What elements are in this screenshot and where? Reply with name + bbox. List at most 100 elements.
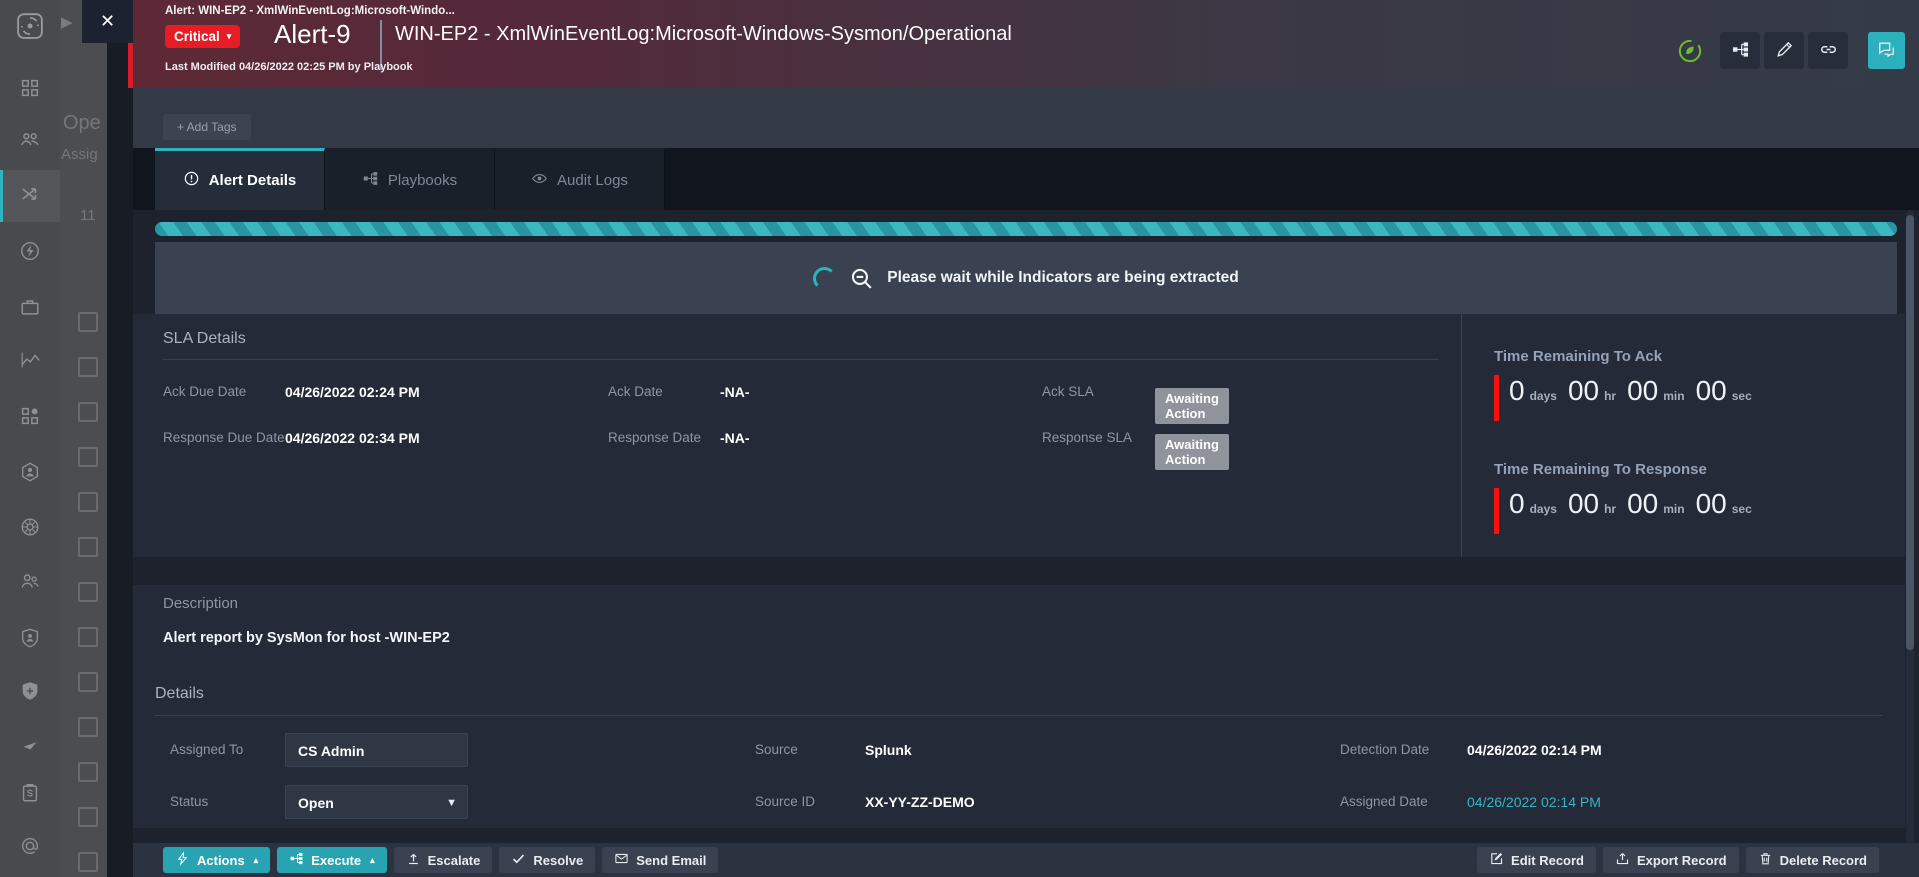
assigned-date-label: Assigned Date <box>1340 785 1428 819</box>
assigned-date-value[interactable]: 04/26/2022 02:14 PM <box>1467 785 1601 819</box>
details-divider <box>155 715 1883 716</box>
actions-button[interactable]: Actions ▴ <box>163 847 270 873</box>
days-value: 0 <box>1509 375 1525 407</box>
app-logo-icon[interactable] <box>15 11 45 41</box>
sidebar-queues-icon[interactable] <box>19 128 41 150</box>
sidebar-automation-icon[interactable] <box>19 240 41 262</box>
tab-playbooks[interactable]: Playbooks <box>325 148 495 210</box>
row-checkbox[interactable] <box>78 447 98 467</box>
days-value: 0 <box>1509 488 1525 520</box>
row-checkbox[interactable] <box>78 717 98 737</box>
tab-alert-details[interactable]: Alert Details <box>155 148 325 210</box>
send-email-label: Send Email <box>636 853 706 868</box>
sla-row-response: Response Due Date 04/26/2022 02:34 PM Re… <box>163 422 1439 468</box>
execute-label: Execute <box>311 853 361 868</box>
escalate-button[interactable]: Escalate <box>394 847 493 873</box>
sidebar-dashboard-icon[interactable] <box>19 77 41 99</box>
sidebar-widgets-icon[interactable] <box>19 405 41 427</box>
ack-date-value: -NA- <box>720 384 750 400</box>
status-dropdown[interactable]: Open ▼ <box>285 785 468 819</box>
tab-audit-logs[interactable]: Audit Logs <box>495 148 665 210</box>
sidebar-user-mgmt-icon[interactable] <box>19 570 41 592</box>
delete-record-button[interactable]: Delete Record <box>1746 847 1879 873</box>
details-heading: Details <box>155 685 204 703</box>
sidebar-incidents-icon[interactable] <box>19 183 41 205</box>
row-checkbox[interactable] <box>78 582 98 602</box>
row-checkbox[interactable] <box>78 852 98 872</box>
alert-id: Alert-9 <box>274 19 351 50</box>
sec-unit: sec <box>1732 389 1752 403</box>
status-badge: Awaiting Action <box>1155 388 1229 424</box>
severity-dropdown[interactable]: Critical ▾ <box>165 25 240 48</box>
close-button[interactable]: ✕ <box>82 0 133 43</box>
row-checkbox[interactable] <box>78 807 98 827</box>
severity-label: Critical <box>174 29 220 44</box>
execute-button[interactable]: Execute ▴ <box>277 847 386 873</box>
days-unit: days <box>1530 502 1557 516</box>
sec-value: 00 <box>1696 488 1727 520</box>
sec-value: 00 <box>1696 375 1727 407</box>
actions-label: Actions <box>197 853 245 868</box>
sitemap-icon <box>362 170 379 191</box>
sidebar-connectors-icon[interactable] <box>19 461 41 483</box>
alert-details-panel: Please wait while Indicators are being e… <box>133 210 1919 843</box>
check-icon <box>511 851 526 869</box>
sidebar-reports-icon[interactable] <box>19 349 41 371</box>
escalate-icon <box>406 851 421 869</box>
row-checkbox[interactable] <box>78 672 98 692</box>
row-checkbox[interactable] <box>78 537 98 557</box>
row-checkbox[interactable] <box>78 312 98 332</box>
underlay-open-label: Ope <box>63 112 101 135</box>
sidebar-resources-icon[interactable] <box>19 296 41 318</box>
ack-date-label: Ack Date <box>608 384 663 399</box>
underlay-assigned-label: Assig <box>61 146 98 163</box>
row-checkbox[interactable] <box>78 402 98 422</box>
sidebar-settings-icon[interactable] <box>19 516 41 538</box>
zoom-out-icon <box>849 266 874 291</box>
export-record-button[interactable]: Export Record <box>1603 847 1739 873</box>
time-remaining-card: Time Remaining To Ack 0days 00hr 00min 0… <box>1461 314 1905 557</box>
copy-link-button[interactable] <box>1808 32 1848 69</box>
description-details-card: Description Alert report by SysMon for h… <box>133 585 1905 828</box>
resolve-button[interactable]: Resolve <box>499 847 595 873</box>
edit-record-button[interactable]: Edit Record <box>1477 847 1596 873</box>
sidebar-expand-icon[interactable]: ▶ <box>61 13 73 31</box>
chevron-down-icon: ▼ <box>446 786 457 820</box>
underlay-checkbox-column <box>60 300 107 877</box>
row-checkbox[interactable] <box>78 357 98 377</box>
last-modified-text: Last Modified 04/26/2022 02:25 PM by Pla… <box>165 61 413 73</box>
indicator-extraction-progressbar <box>155 222 1897 236</box>
comments-button[interactable] <box>1868 32 1905 69</box>
row-checkbox[interactable] <box>78 762 98 782</box>
pencil-icon <box>1775 40 1794 62</box>
sidebar-mentions-icon[interactable] <box>19 835 41 857</box>
days-unit: days <box>1530 389 1557 403</box>
sec-unit: sec <box>1732 502 1752 516</box>
extraction-wait-banner: Please wait while Indicators are being e… <box>155 242 1897 314</box>
min-value: 00 <box>1627 375 1658 407</box>
sitemap-icon <box>1731 40 1750 62</box>
actions-icon <box>175 851 190 869</box>
tab-label: Playbooks <box>388 172 457 189</box>
loading-spinner-icon <box>813 267 836 290</box>
add-tags-button[interactable]: + Add Tags <box>163 114 251 140</box>
min-value: 00 <box>1627 488 1658 520</box>
sidebar-security-icon[interactable] <box>19 627 41 649</box>
sla-heading: SLA Details <box>163 330 1439 360</box>
details-row-2: Status Open ▼ Source ID XX-YY-ZZ-DEMO As… <box>133 785 1905 819</box>
alert-circle-icon <box>183 170 200 191</box>
send-email-button[interactable]: Send Email <box>602 847 718 873</box>
sidebar-flag-icon[interactable] <box>19 733 41 755</box>
scrollbar-thumb[interactable] <box>1906 215 1914 650</box>
assigned-to-field[interactable]: CS Admin <box>285 733 468 767</box>
playbooks-button[interactable] <box>1720 32 1760 69</box>
sidebar-shield-icon[interactable] <box>19 680 41 702</box>
row-checkbox[interactable] <box>78 492 98 512</box>
row-checkbox[interactable] <box>78 627 98 647</box>
sidebar-tasks-icon[interactable] <box>19 782 41 804</box>
time-remaining-ack-title: Time Remaining To Ack <box>1494 348 1905 365</box>
mail-icon <box>614 851 629 869</box>
chevron-up-icon: ▴ <box>254 855 259 866</box>
description-text: Alert report by SysMon for host -WIN-EP2 <box>163 630 450 646</box>
edit-button[interactable] <box>1764 32 1804 69</box>
